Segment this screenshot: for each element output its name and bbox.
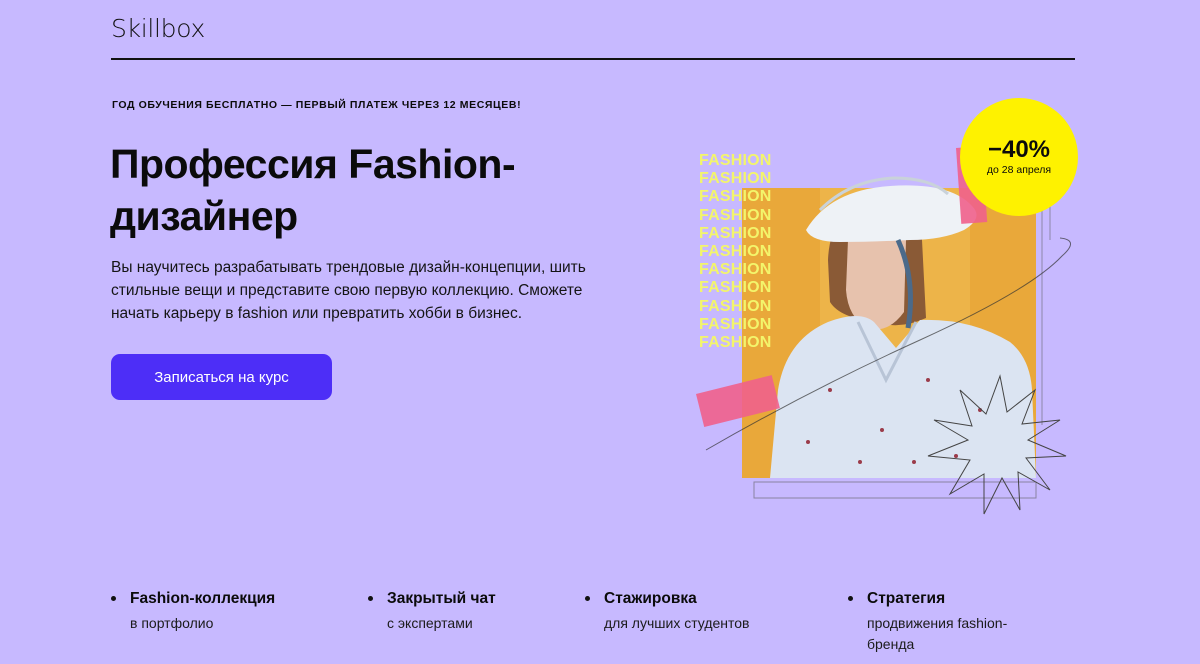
feature-subtitle: для лучших студентов — [604, 615, 750, 631]
discount-badge: −40% до 28 апреля — [960, 98, 1078, 216]
feature-title: Стратегия — [867, 590, 946, 607]
fashion-word: FASHION — [699, 206, 772, 224]
fashion-word: FASHION — [699, 188, 772, 206]
feature-item: Fashion-коллекция в портфолио — [111, 588, 341, 634]
header-divider — [111, 58, 1075, 60]
feature-title: Закрытый чат — [387, 590, 496, 607]
fashion-word: FASHION — [699, 170, 772, 188]
feature-title: Fashion-коллекция — [130, 590, 276, 607]
features-list: Fashion-коллекция в портфолио Закрытый ч… — [111, 588, 1111, 664]
fashion-word: FASHION — [699, 261, 772, 279]
bullet-icon — [585, 596, 590, 601]
promo-text: Год обучения бесплатно — первый платеж ч… — [112, 99, 522, 111]
feature-subtitle: с экспертами — [387, 615, 473, 631]
fashion-text-stack: FASHION FASHION FASHION FASHION FASHION … — [699, 152, 781, 352]
bullet-icon — [368, 596, 373, 601]
model-shirt — [770, 316, 1036, 478]
feature-subtitle: продвижения fashion-бренда — [867, 615, 1008, 652]
feature-item: Стратегия продвижения fashion-бренда — [848, 588, 1028, 655]
fashion-word: FASHION — [699, 152, 772, 169]
page-title: Профессия Fashion-дизайнер — [110, 141, 516, 239]
bullet-icon — [111, 596, 116, 601]
fashion-word: FASHION — [699, 334, 772, 352]
fashion-word: FASHION — [699, 315, 772, 333]
discount-date: до 28 апреля — [986, 164, 1052, 176]
skillbox-logo[interactable]: Skillbox — [111, 14, 205, 43]
bullet-icon — [848, 596, 853, 601]
fashion-word: FASHION — [699, 243, 772, 261]
feature-item: Закрытый чат с экспертами — [368, 588, 598, 634]
fashion-word: FASHION — [699, 224, 772, 242]
feature-subtitle: в портфолио — [130, 615, 214, 631]
feature-title: Стажировка — [604, 590, 697, 607]
course-description: Вы научитесь разрабатывать трендовые диз… — [111, 259, 586, 322]
enroll-button[interactable]: Записаться на курс — [111, 354, 332, 400]
fashion-word: FASHION — [699, 297, 772, 315]
model-face — [846, 235, 906, 330]
discount-value: −40% — [987, 136, 1051, 163]
feature-item: Стажировка для лучших студентов — [585, 588, 815, 634]
fashion-word: FASHION — [699, 279, 772, 297]
